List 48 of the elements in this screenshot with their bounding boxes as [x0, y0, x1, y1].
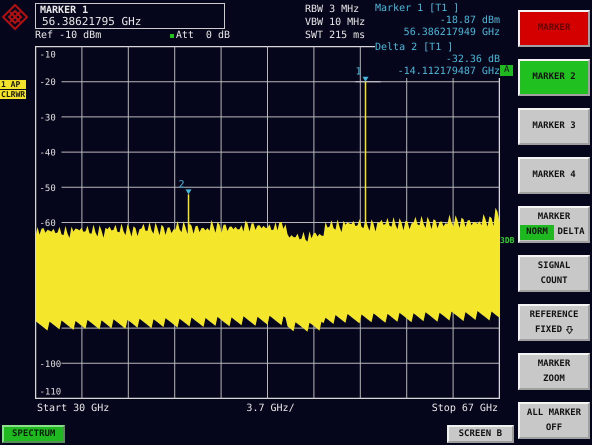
softkey[interactable]: ALL MARKER OFF	[518, 402, 590, 439]
softkey-label: FIXED	[534, 324, 562, 336]
y-axis-label: -40	[40, 148, 56, 159]
frequency-span: 3.7 GHz/	[246, 402, 295, 414]
sweep-setting: SWT 215 ms	[305, 29, 366, 42]
y-axis-label: -30	[40, 113, 56, 124]
channel-badge: A	[500, 65, 514, 76]
spectrum-button[interactable]: SPECTRUM	[2, 425, 66, 443]
readout-title: Marker 1 [T1 ]	[375, 3, 460, 15]
y-axis-label: -10	[40, 50, 56, 60]
softkey[interactable]: MARKER 2	[518, 59, 590, 96]
reference-level: Ref -10 dBm	[35, 29, 102, 42]
logo-icon	[2, 4, 28, 30]
softkey[interactable]: MARKER 3	[518, 108, 590, 145]
y-axis-label: -60	[40, 219, 56, 229]
trace-label: 1 AP	[0, 80, 26, 89]
softkey-label: REFERENCE	[530, 308, 578, 322]
mode-option[interactable]: DELTA	[554, 224, 588, 240]
y-axis-label: -100	[40, 360, 62, 370]
softkey[interactable]: SIGNAL COUNT	[518, 255, 590, 292]
side-label: 3DB	[500, 236, 514, 245]
softkey[interactable]: MARKER 4	[518, 157, 590, 194]
reference-softkey[interactable]: REFERENCE FIXED	[518, 304, 590, 341]
marker-mode-softkey[interactable]: MARKER NORM DELTA	[518, 206, 590, 243]
sweep-setting: RBW 3 MHz	[305, 3, 360, 16]
softkey-label: MARKER	[538, 210, 570, 224]
readout-frequency: 56.386217949 GHz	[404, 27, 500, 39]
readout-title: Delta 2 [T1 ]	[375, 42, 454, 54]
readout-amplitude: -32.36 dB	[446, 54, 500, 66]
marker-title: MARKER 1	[40, 5, 90, 16]
screen-button[interactable]: SCREEN B	[446, 425, 514, 443]
y-axis-label: -50	[40, 184, 56, 194]
sweep-setting: VBW 10 MHz	[305, 16, 366, 29]
readout-amplitude: -18.87 dBm	[440, 15, 500, 27]
mode-option[interactable]: NORM	[520, 224, 554, 240]
readout-frequency: -14.112179487 GHz	[398, 66, 500, 78]
marker-triangle-icon	[186, 189, 192, 194]
stop-frequency: Stop 67 GHz	[432, 402, 498, 414]
marker-triangle-icon	[362, 76, 368, 82]
marker-line	[188, 194, 190, 237]
y-axis-label: -110	[40, 388, 62, 398]
trace-label: CLRWR	[0, 90, 26, 99]
down-arrow-icon	[566, 326, 574, 334]
marker-frequency: 56.38621795 GHz	[42, 16, 142, 28]
attenuation: Att 0 dB	[176, 29, 230, 42]
softkey[interactable]: MARKER ZOOM	[518, 353, 590, 390]
y-axis-label: -20	[40, 78, 56, 88]
start-frequency: Start 30 GHz	[37, 402, 110, 414]
